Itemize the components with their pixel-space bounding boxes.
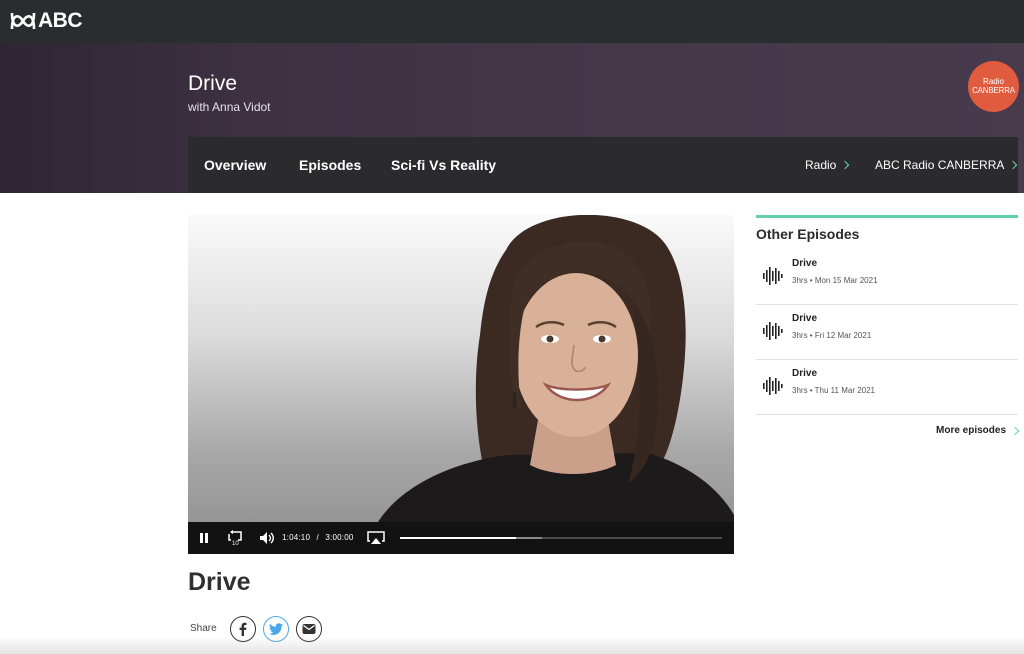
- episode-duration: 3hrs: [792, 276, 808, 285]
- program-subtitle: with Anna Vidot: [188, 100, 271, 114]
- episode-list-item[interactable]: Drive 3hrs • Mon 15 Mar 2021: [756, 250, 1018, 305]
- pause-icon: [200, 533, 208, 543]
- program-nav: Overview Episodes Sci-fi Vs Reality Radi…: [188, 137, 1018, 193]
- breadcrumb-station-label: ABC Radio CANBERRA: [875, 158, 1005, 172]
- audio-waveform-icon: [763, 267, 783, 285]
- volume-button[interactable]: [259, 522, 275, 554]
- airplay-icon: [367, 531, 385, 544]
- episode-name: Drive: [792, 313, 818, 324]
- more-episodes-link[interactable]: More episodes: [936, 425, 1020, 436]
- pause-button[interactable]: [198, 522, 210, 554]
- facebook-icon: [239, 622, 247, 636]
- bottom-shade: [0, 636, 1024, 654]
- audio-waveform-icon: [763, 322, 783, 340]
- episode-duration: 3hrs: [792, 331, 808, 340]
- episode-date: Thu 11 Mar 2021: [814, 386, 876, 395]
- duration: 3:00:00: [325, 533, 354, 542]
- episode-name: Drive: [792, 258, 818, 269]
- station-badge-line1: Radio: [983, 77, 1004, 86]
- abc-logo[interactable]: ABC: [10, 9, 83, 33]
- episode-meta: 3hrs • Fri 12 Mar 2021: [792, 331, 872, 340]
- more-episodes-label: More episodes: [936, 425, 1007, 436]
- episode-meta: 3hrs • Thu 11 Mar 2021: [792, 386, 876, 395]
- email-icon: [302, 624, 316, 634]
- progress-played: [400, 537, 516, 539]
- breadcrumb-radio[interactable]: Radio: [805, 137, 850, 193]
- episode-list-item[interactable]: Drive 3hrs • Fri 12 Mar 2021: [756, 305, 1018, 360]
- episode-date: Fri 12 Mar 2021: [814, 331, 872, 340]
- skip-back-10-icon: 10: [228, 530, 242, 546]
- progress-bar[interactable]: [400, 537, 722, 539]
- chevron-right-icon: [1009, 160, 1018, 170]
- episode-date: Mon 15 Mar 2021: [814, 276, 878, 285]
- episode-list-item[interactable]: Drive 3hrs • Thu 11 Mar 2021: [756, 360, 1018, 415]
- time-separator: /: [316, 533, 319, 542]
- tab-overview[interactable]: Overview: [204, 137, 266, 193]
- abc-logo-text: ABC: [38, 9, 83, 32]
- volume-icon: [260, 532, 274, 544]
- episode-title: Drive: [188, 568, 251, 596]
- other-episodes-heading: Other Episodes: [756, 226, 860, 242]
- time-display: 1:04:10 / 3:00:00: [282, 522, 354, 554]
- station-badge[interactable]: Radio CANBERRA: [968, 61, 1019, 112]
- breadcrumb-radio-label: Radio: [805, 158, 837, 172]
- share-label: Share: [190, 623, 217, 634]
- chevron-right-icon: [1010, 426, 1020, 435]
- abc-lissajous-icon: [10, 12, 36, 30]
- tab-episodes[interactable]: Episodes: [299, 137, 361, 193]
- audio-waveform-icon: [763, 377, 783, 395]
- station-badge-line2: CANBERRA: [972, 86, 1015, 95]
- chevron-right-icon: [841, 160, 850, 170]
- skip-back-button[interactable]: 10: [226, 522, 244, 554]
- skip-back-seconds: 10: [232, 541, 239, 546]
- episode-meta: 3hrs • Mon 15 Mar 2021: [792, 276, 878, 285]
- episode-duration: 3hrs: [792, 386, 808, 395]
- breadcrumb-station[interactable]: ABC Radio CANBERRA: [875, 137, 1018, 193]
- twitter-icon: [269, 623, 283, 635]
- episode-name: Drive: [792, 368, 818, 379]
- airplay-button[interactable]: [367, 522, 385, 554]
- top-bar: ABC: [0, 0, 1024, 43]
- sidebar-accent-rule: [756, 215, 1018, 218]
- program-title: Drive: [188, 72, 238, 95]
- presenter-photo: [378, 215, 734, 522]
- video-player[interactable]: 10 1:04:10 / 3:00:00: [188, 215, 734, 554]
- player-controls: 10 1:04:10 / 3:00:00: [188, 522, 734, 554]
- current-time: 1:04:10: [282, 533, 311, 542]
- tab-sci-fi-vs-reality[interactable]: Sci-fi Vs Reality: [391, 137, 496, 193]
